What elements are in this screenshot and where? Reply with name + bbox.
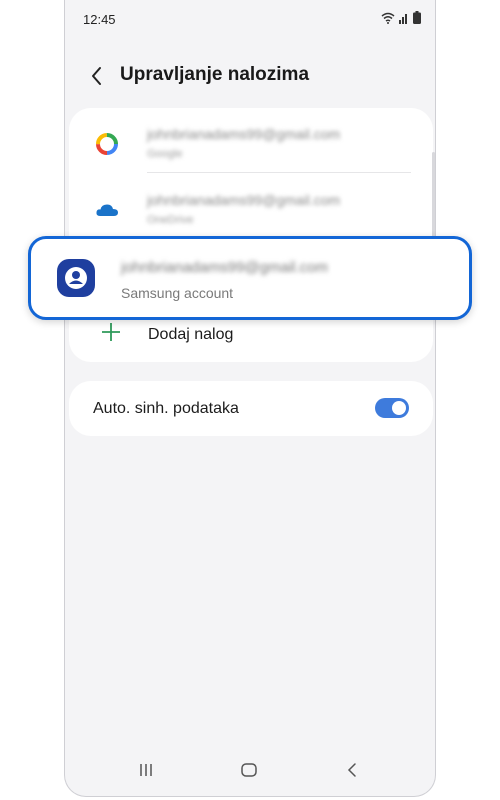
account-type: Google (147, 148, 183, 160)
status-time: 12:45 (83, 12, 116, 27)
recent-apps-icon[interactable] (134, 758, 158, 782)
account-type: OneDrive (147, 214, 194, 226)
accounts-card: johnbrianadams99@gmail.com Google johnbr… (69, 108, 433, 362)
samsung-account-row[interactable]: johnbrianadams99@gmail.com Samsung accou… (28, 236, 472, 320)
auto-sync-toggle[interactable] (375, 398, 409, 418)
status-icons (381, 11, 421, 24)
plus-icon (102, 323, 120, 341)
add-account-row[interactable]: Dodaj nalog (69, 314, 433, 356)
page-title: Upravljanje nalozima (120, 64, 310, 85)
google-icon (96, 133, 118, 155)
onedrive-cloud-icon (96, 204, 118, 216)
toggle-knob (392, 401, 406, 415)
add-account-label: Dodaj nalog (148, 326, 234, 343)
back-icon[interactable] (340, 758, 364, 782)
app-header: Upravljanje nalozima (65, 56, 435, 96)
battery-icon (413, 11, 421, 24)
scrollbar[interactable] (432, 152, 435, 238)
chevron-left-icon[interactable] (87, 64, 107, 88)
divider (147, 172, 411, 173)
samsung-account-label: Samsung account (121, 285, 234, 301)
account-email: johnbrianadams99@gmail.com (147, 126, 341, 142)
samsung-account-email: johnbrianadams99@gmail.com (121, 259, 328, 276)
home-icon[interactable] (237, 758, 261, 782)
navigation-bar (65, 746, 435, 796)
phone-screen: 12:45 Upravljanje nalozima johnbrianadam… (64, 0, 436, 797)
account-row-onedrive[interactable]: johnbrianadams99@gmail.com OneDrive (69, 178, 433, 238)
signal-icon (399, 13, 407, 24)
account-row-google[interactable]: johnbrianadams99@gmail.com Google (69, 112, 433, 172)
samsung-account-icon (57, 259, 95, 297)
auto-sync-row[interactable]: Auto. sinh. podataka (69, 381, 433, 436)
status-bar: 12:45 (65, 0, 435, 36)
account-email: johnbrianadams99@gmail.com (147, 192, 341, 208)
wifi-icon (381, 12, 395, 24)
auto-sync-label: Auto. sinh. podataka (93, 400, 239, 417)
